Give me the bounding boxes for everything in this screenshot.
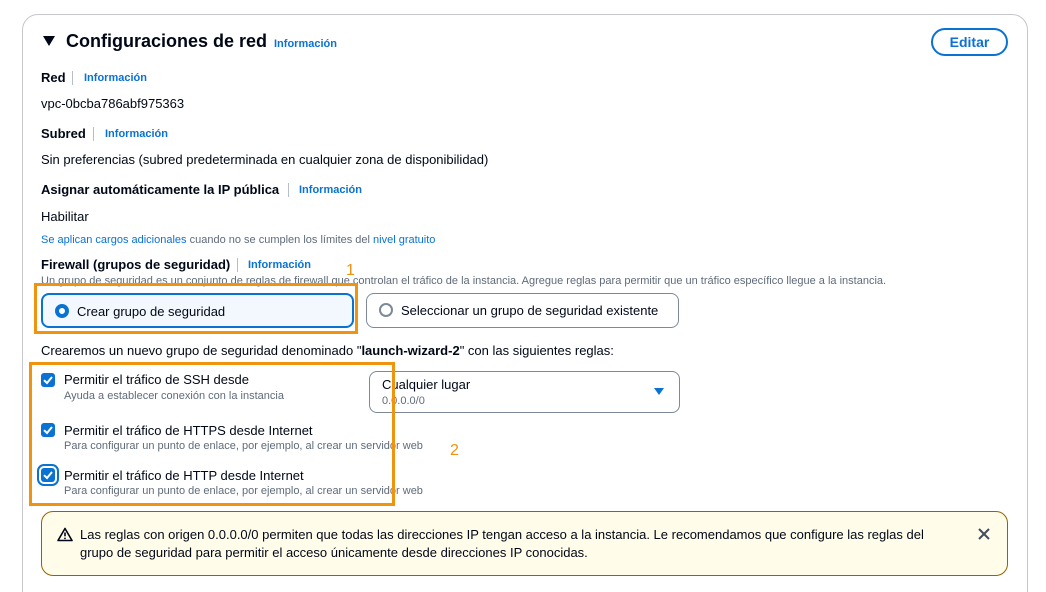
annotation-number-2: 2 <box>450 442 459 459</box>
warning-icon <box>57 527 73 542</box>
public-ip-label: Asignar automáticamente la IP pública <box>41 182 280 197</box>
edit-button[interactable]: Editar <box>931 28 1008 56</box>
collapse-caret-icon[interactable] <box>43 36 55 46</box>
ssh-source-value: Cualquier lugar <box>382 377 471 392</box>
warning-alert: Las reglas con origen 0.0.0.0/0 permiten… <box>41 511 1008 576</box>
security-group-name: launch-wizard-2 <box>361 343 460 358</box>
public-ip-info-link[interactable]: Información <box>299 184 362 196</box>
network-label: Red <box>41 70 66 85</box>
radio-unselected-icon[interactable] <box>379 303 393 317</box>
create-group-message: Crearemos un nuevo grupo de seguridad de… <box>41 343 614 358</box>
close-icon[interactable] <box>977 527 991 541</box>
section-info-link[interactable]: Información <box>274 38 337 50</box>
create-msg-suffix: " con las siguientes reglas: <box>459 343 614 358</box>
network-value: vpc-0bcba786abf975363 <box>41 96 185 111</box>
existing-security-group-option[interactable]: Seleccionar un grupo de seguridad existe… <box>366 293 679 328</box>
divider <box>288 183 289 197</box>
divider <box>93 127 94 141</box>
divider <box>72 71 73 85</box>
section-title: Configuraciones de red <box>66 31 268 51</box>
charges-note-text: cuando no se cumplen los límites del <box>186 234 374 246</box>
charges-note: Se aplican cargos adicionales cuando no … <box>41 234 435 246</box>
divider <box>237 258 238 272</box>
network-info-link[interactable]: Información <box>84 72 147 84</box>
existing-security-group-label: Seleccionar un grupo de seguridad existe… <box>401 303 659 318</box>
highlight-box-2 <box>29 362 395 506</box>
subnet-label: Subred <box>41 126 86 141</box>
free-tier-link[interactable]: nivel gratuito <box>373 234 435 246</box>
highlight-box-1 <box>34 283 358 334</box>
subnet-value: Sin preferencias (subred predeterminada … <box>41 152 489 167</box>
subnet-info-link[interactable]: Información <box>105 128 168 140</box>
public-ip-value: Habilitar <box>41 209 89 224</box>
caret-down-icon <box>654 388 664 395</box>
additional-charges-link[interactable]: Se aplican cargos adicionales <box>41 234 187 246</box>
firewall-label: Firewall (grupos de seguridad) <box>41 257 231 272</box>
create-msg-prefix: Crearemos un nuevo grupo de seguridad de… <box>41 343 362 358</box>
firewall-info-link[interactable]: Información <box>248 259 311 271</box>
annotation-number-1: 1 <box>346 262 355 279</box>
ssh-source-select[interactable]: Cualquier lugar 0.0.0.0/0 <box>369 371 680 413</box>
warning-text: Las reglas con origen 0.0.0.0/0 permiten… <box>80 527 924 560</box>
